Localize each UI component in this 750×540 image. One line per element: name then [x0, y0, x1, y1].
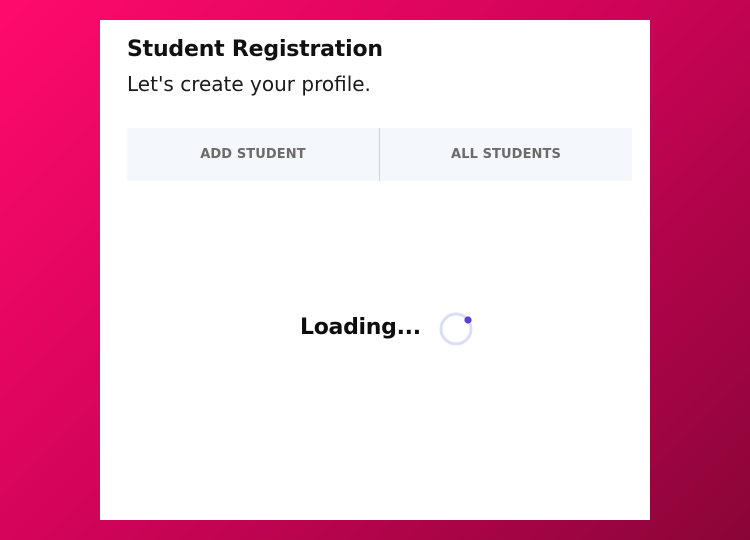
- registration-card: Student Registration Let's create your p…: [100, 20, 650, 520]
- loading-indicator: Loading...: [300, 310, 473, 346]
- spinner-icon: [439, 312, 473, 346]
- spinner-dot: [464, 316, 472, 324]
- loading-text: Loading...: [300, 314, 421, 340]
- tab-bar: ADD STUDENT ALL STUDENTS: [127, 128, 632, 181]
- tab-all-students[interactable]: ALL STUDENTS: [380, 128, 632, 181]
- page-title: Student Registration: [127, 37, 383, 62]
- tab-add-student[interactable]: ADD STUDENT: [127, 128, 379, 181]
- page-subtitle: Let's create your profile.: [127, 72, 371, 96]
